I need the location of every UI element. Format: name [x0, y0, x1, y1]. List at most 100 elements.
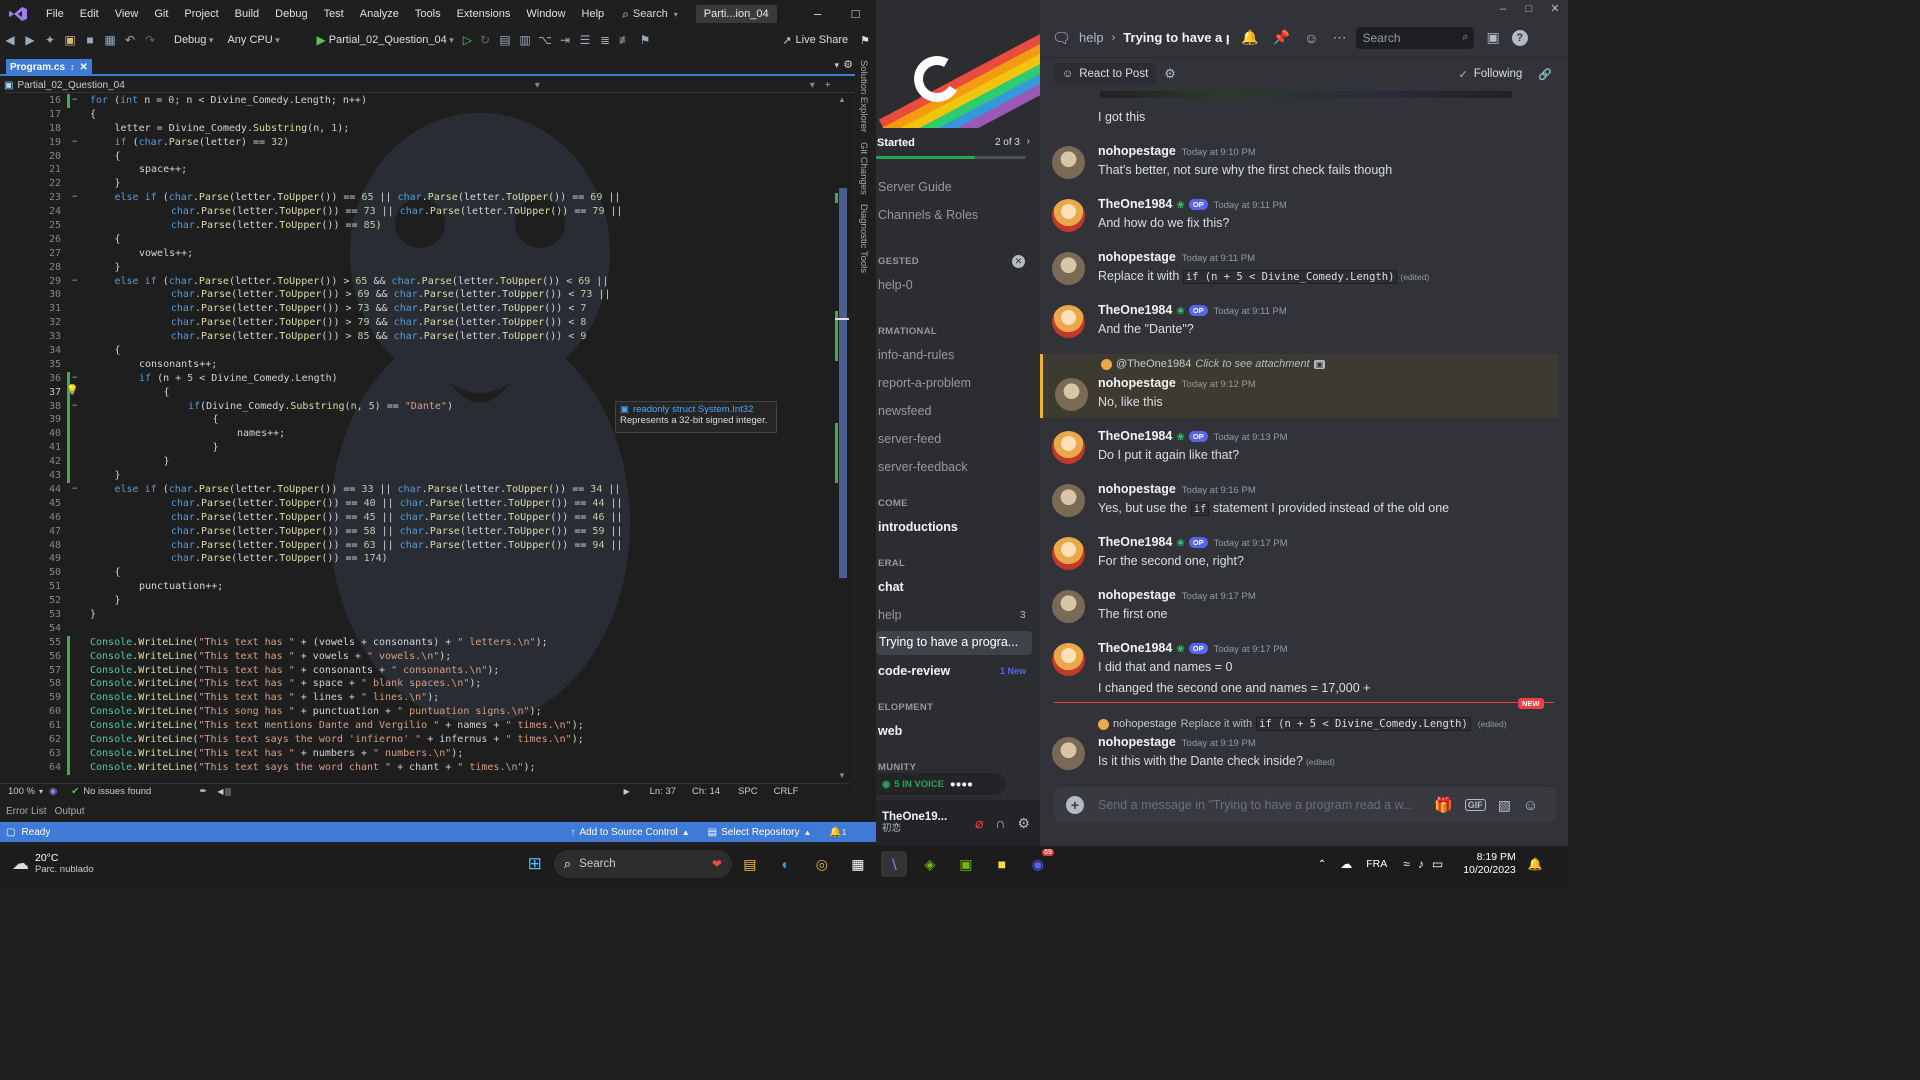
avatar[interactable]: [1052, 484, 1085, 517]
file-explorer-icon[interactable]: ▤: [737, 851, 763, 877]
menu-item-view[interactable]: View: [107, 0, 147, 28]
step-icon[interactable]: ⇥: [557, 32, 573, 48]
menu-item-analyze[interactable]: Analyze: [352, 0, 407, 28]
sidebar-item-introductions[interactable]: introductions: [878, 520, 958, 534]
code-line[interactable]: 60 Console.WriteLine("This song has " + p…: [0, 705, 830, 720]
split-icon[interactable]: +: [825, 80, 831, 91]
avatar[interactable]: [1052, 737, 1085, 770]
scrollbar-thumb[interactable]: [839, 188, 847, 578]
avatar[interactable]: [1052, 252, 1085, 285]
bell-icon[interactable]: 🔔: [1241, 29, 1258, 46]
code-line[interactable]: 36− if (n + 5 < Divine_Comedy.Length): [0, 371, 830, 386]
code-line[interactable]: 35 consonants++;: [0, 358, 830, 372]
back-icon[interactable]: ◀: [2, 32, 18, 48]
code-line[interactable]: 57 Console.WriteLine("This text has " + c…: [0, 663, 830, 678]
nvidia-app-icon[interactable]: ▣: [953, 851, 979, 877]
open-folder-icon[interactable]: ▣: [62, 32, 78, 48]
hot-reload-icon[interactable]: ↻: [477, 32, 493, 48]
message[interactable]: nohopestage Today at 9:10 PM That's better…: [1040, 144, 1558, 184]
message-author[interactable]: TheOne1984: [1098, 303, 1172, 317]
code-line[interactable]: 50 {: [0, 566, 830, 580]
sidebar-item-server-feed[interactable]: server-feed: [878, 432, 941, 446]
scroll-left-icon[interactable]: ◀: [217, 787, 223, 796]
gear-icon[interactable]: ⚙: [843, 58, 853, 71]
inbox-icon[interactable]: ▣: [1486, 29, 1499, 46]
sidebar-item-code-review[interactable]: code-review: [878, 664, 950, 678]
message[interactable]: nohopestage Today at 9:16 PM Yes, but use …: [1040, 482, 1558, 522]
menu-item-git[interactable]: Git: [146, 0, 176, 28]
fold-icon[interactable]: −: [72, 191, 82, 205]
git-changes-tab[interactable]: Git Changes: [858, 142, 869, 195]
browser-icon[interactable]: ▤: [497, 32, 513, 48]
message[interactable]: TheOne1984 ❀ OP Today at 9:13 PM Do I put it…: [1040, 429, 1558, 469]
menu-item-build[interactable]: Build: [227, 0, 267, 28]
sidebar-item-help[interactable]: help: [878, 608, 902, 622]
select-repository-button[interactable]: ▤ Select Repository ▲: [708, 827, 812, 838]
weather-widget[interactable]: ☁ 20°C Parc. nublado: [12, 852, 94, 876]
fold-icon[interactable]: −: [72, 400, 82, 414]
message-author[interactable]: nohopestage: [1098, 250, 1176, 264]
discord-icon[interactable]: ◉ 69: [1025, 849, 1054, 877]
sticky-notes-icon[interactable]: ■: [989, 851, 1015, 877]
output-tab[interactable]: Output: [55, 806, 85, 817]
category-come[interactable]: COME: [878, 498, 908, 509]
nav-project-dropdown[interactable]: Partial_02_Question_04: [17, 80, 124, 91]
code-line[interactable]: 27 vowels++;: [0, 247, 830, 261]
code-line[interactable]: 47 char.Parse(letter.ToUpper()) == 58 || …: [0, 525, 830, 539]
notification-bell-button[interactable]: 🔔 1: [829, 827, 846, 838]
avatar[interactable]: [1052, 537, 1085, 570]
menu-item-tools[interactable]: Tools: [407, 0, 449, 28]
code-line[interactable]: 62 Console.WriteLine("This text says the …: [0, 732, 830, 747]
message[interactable]: I got this: [1040, 108, 1558, 148]
fold-icon[interactable]: −: [72, 372, 82, 386]
code-line[interactable]: 56 Console.WriteLine("This text has " + v…: [0, 649, 830, 664]
start-debug-icon[interactable]: ▶: [316, 33, 325, 47]
fold-icon[interactable]: −: [72, 483, 82, 497]
column-number[interactable]: Ch: 14: [692, 786, 720, 797]
fold-icon[interactable]: −: [72, 94, 82, 108]
message[interactable]: TheOne1984 ❀ OP Today at 9:11 PM And how do …: [1040, 197, 1558, 237]
chrome-icon[interactable]: ◎: [809, 851, 835, 877]
code-line[interactable]: 30 char.Parse(letter.ToUpper()) > 69 && c…: [0, 288, 830, 302]
user-info[interactable]: TheOne19... 初恋: [882, 811, 947, 835]
attachment-preview-image[interactable]: [1100, 91, 1512, 98]
code-line[interactable]: 61 Console.WriteLine("This text mentions …: [0, 719, 830, 733]
sidebar-item-server-feedback[interactable]: server-feedback: [878, 460, 968, 474]
reply-reference[interactable]: nohopestage Replace it with if (n + 5 < Di…: [1098, 717, 1507, 731]
code-line[interactable]: 54: [0, 622, 830, 636]
code-line[interactable]: 29− else if (char.Parse(letter.ToUpper())…: [0, 275, 830, 289]
issues-label[interactable]: No issues found: [83, 786, 151, 797]
code-line[interactable]: 19− if (char.Parse(letter) == 32): [0, 136, 830, 150]
category-eral[interactable]: ERAL: [878, 558, 905, 569]
input-language[interactable]: FRA: [1366, 858, 1387, 870]
code-line[interactable]: 48 char.Parse(letter.ToUpper()) == 63 || …: [0, 539, 830, 553]
pin-icon[interactable]: 📌: [1273, 29, 1290, 46]
code-line[interactable]: 42}: [0, 455, 830, 470]
code-line[interactable]: 18 letter = Divine_Comedy.Substring(n, 1)…: [0, 122, 830, 136]
close-suggested-icon[interactable]: ✕: [1012, 255, 1025, 268]
live-share-button[interactable]: ↗ Live Share ⚑: [782, 34, 876, 47]
message[interactable]: @TheOne1984 Click to see attachment ▣ nohop…: [1040, 354, 1558, 418]
tab-overflow-icon[interactable]: ▾: [834, 60, 839, 71]
code-line[interactable]: 28}: [0, 261, 830, 275]
code-line[interactable]: 33 char.Parse(letter.ToUpper()) > 85 && c…: [0, 330, 830, 344]
message-author[interactable]: nohopestage: [1098, 482, 1176, 496]
code-line[interactable]: 63 Console.WriteLine("This text has " + n…: [0, 746, 830, 761]
vs-search-box[interactable]: ⌕ Search ▾: [622, 7, 678, 22]
scroll-right-icon[interactable]: ▶: [623, 787, 629, 796]
react-to-post-button[interactable]: ☺ React to Post: [1054, 63, 1157, 85]
code-line[interactable]: 53}: [0, 608, 830, 622]
add-attachment-icon[interactable]: +: [1066, 796, 1084, 814]
code-line[interactable]: 23− else if (char.Parse(letter.ToUpper())…: [0, 191, 830, 205]
maximize-icon[interactable]: □: [1516, 0, 1542, 18]
pin-icon[interactable]: ↕: [70, 62, 75, 72]
reply-reference[interactable]: @TheOne1984 Click to see attachment ▣: [1101, 358, 1326, 370]
chevron-down-icon[interactable]: ▾: [535, 80, 540, 91]
diagnostic-tools-tab[interactable]: Diagnostic Tools: [858, 204, 869, 273]
code-line[interactable]: 22}: [0, 177, 830, 191]
message-author[interactable]: TheOne1984: [1098, 429, 1172, 443]
avatar[interactable]: [1055, 378, 1088, 411]
vs-logo-icon[interactable]: [8, 6, 28, 22]
gift-icon[interactable]: 🎁: [1434, 796, 1453, 814]
help-icon[interactable]: ?: [1511, 29, 1528, 46]
